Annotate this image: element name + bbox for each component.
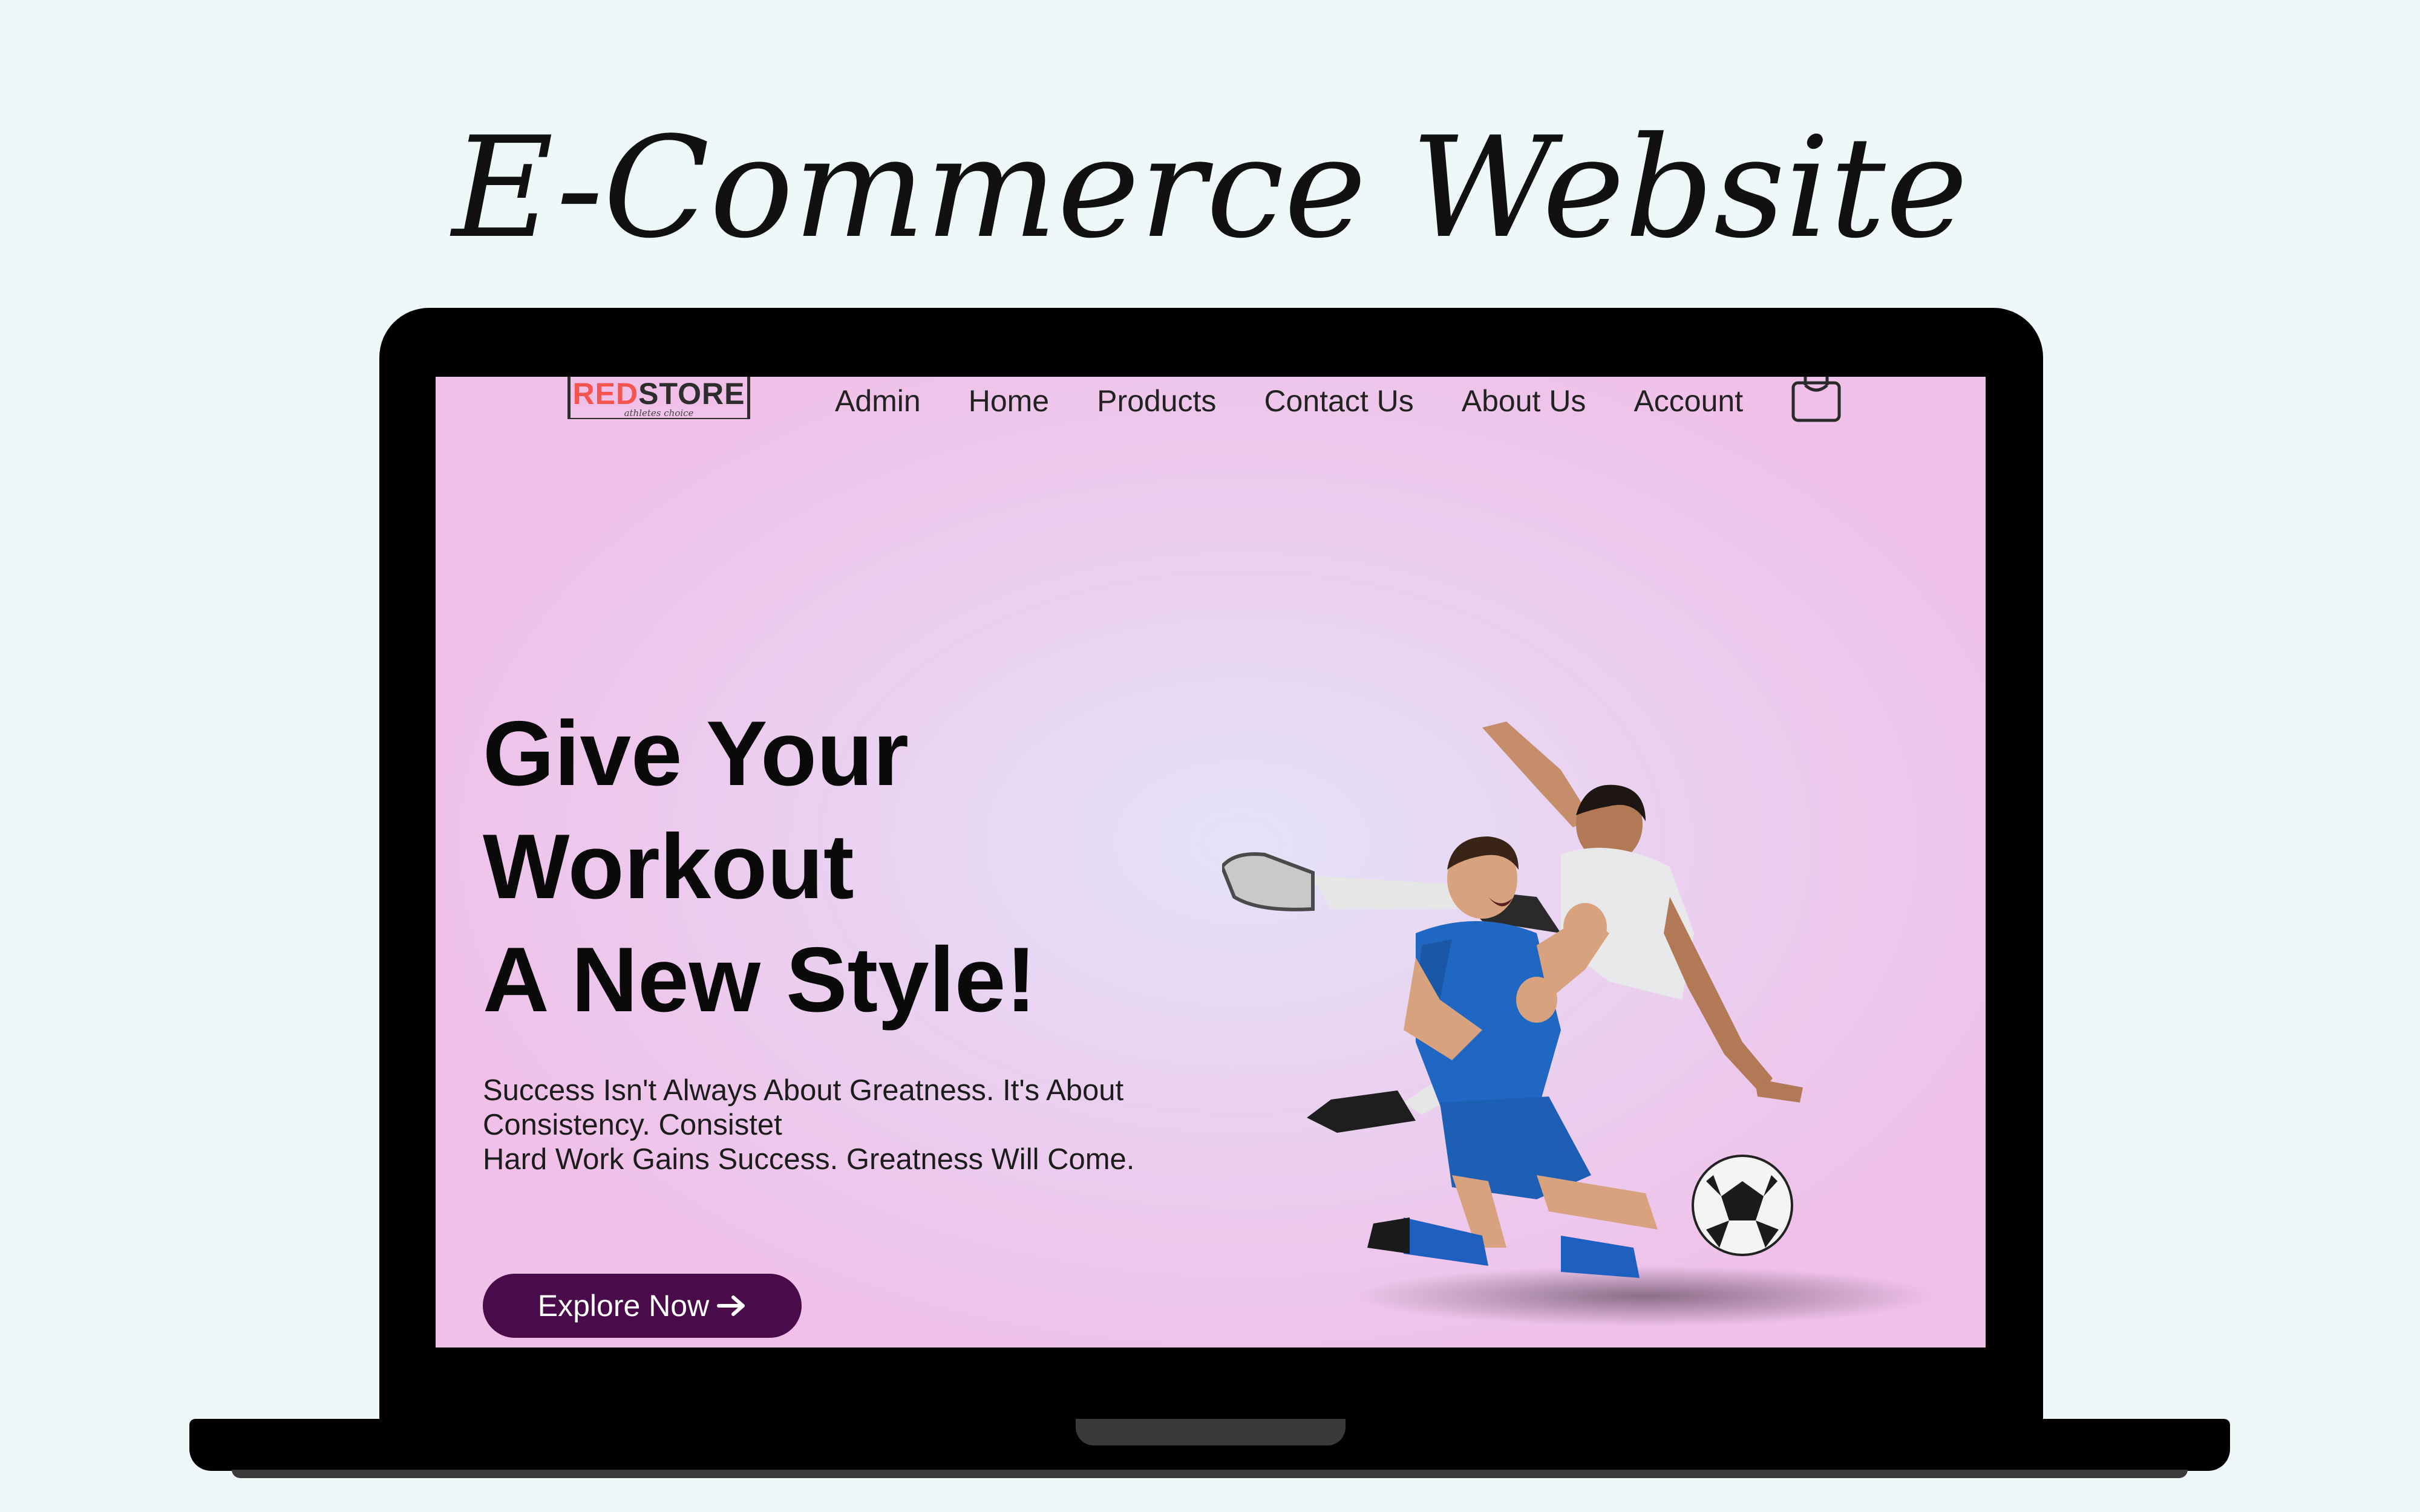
website-screen: REDSTORE athletes choice Admin Home Prod… bbox=[436, 377, 1986, 1347]
hero-description-line: Hard Work Gains Success. Greatness Will … bbox=[483, 1143, 1135, 1176]
logo-word-dark: STORE bbox=[638, 377, 745, 411]
hero-title-line: Give Your bbox=[483, 702, 909, 805]
explore-now-label: Explore Now bbox=[537, 1289, 710, 1323]
shopping-bag-icon[interactable] bbox=[1791, 377, 1842, 423]
nav-item-home[interactable]: Home bbox=[969, 383, 1049, 419]
nav-item-admin[interactable]: Admin bbox=[835, 383, 921, 419]
presentation-canvas: E-Commerce Website REDSTORE athletes cho… bbox=[0, 0, 2420, 1512]
hero-title: Give Your Workout A New Style! bbox=[483, 697, 1036, 1037]
redstore-logo[interactable]: REDSTORE athletes choice bbox=[567, 377, 750, 419]
nav-item-products[interactable]: Products bbox=[1097, 383, 1216, 419]
headline-text: E-Commerce Website bbox=[450, 108, 1968, 269]
main-nav: Admin Home Products Contact Us About Us … bbox=[835, 377, 1791, 425]
hero-title-line: A New Style! bbox=[483, 928, 1037, 1031]
nav-item-account[interactable]: Account bbox=[1634, 383, 1743, 419]
soccer-players-illustration bbox=[1222, 722, 1936, 1326]
nav-item-about-us[interactable]: About Us bbox=[1462, 383, 1586, 419]
logo-wordmark: REDSTORE bbox=[571, 378, 747, 409]
nav-item-contact-us[interactable]: Contact Us bbox=[1264, 383, 1413, 419]
arrow-right-icon bbox=[717, 1295, 745, 1316]
laptop-trackpad-notch bbox=[1076, 1419, 1346, 1445]
hero-description-line: Consistency. Consistet bbox=[483, 1109, 782, 1141]
logo-word-red: RED bbox=[572, 377, 639, 411]
presentation-headline: E-Commerce Website bbox=[450, 108, 1968, 269]
laptop-base-shadow bbox=[232, 1470, 2188, 1478]
logo-tagline: athletes choice bbox=[571, 408, 747, 418]
soccer-ball-icon bbox=[1692, 1155, 1793, 1256]
hero-title-line: Workout bbox=[483, 815, 854, 918]
explore-now-button[interactable]: Explore Now bbox=[483, 1274, 802, 1338]
hero-description: Success Isn't Always About Greatness. It… bbox=[483, 1074, 1209, 1177]
hero-description-line: Success Isn't Always About Greatness. It… bbox=[483, 1074, 1124, 1107]
